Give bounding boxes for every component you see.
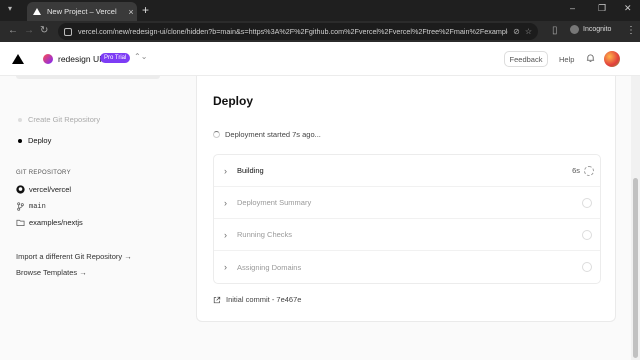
bookmark-star-icon[interactable]: ☆ <box>525 27 532 36</box>
github-icon <box>16 185 25 194</box>
branch-line: main <box>16 202 46 211</box>
minimize-button[interactable]: – <box>570 3 575 13</box>
deploy-title: Deploy <box>213 94 254 108</box>
chevron-right-icon: › <box>224 262 227 272</box>
directory-line: examples/nextjs <box>16 218 83 227</box>
forward-button[interactable]: → <box>24 25 34 36</box>
loading-spinner-icon <box>213 131 220 138</box>
side-panel-icon[interactable]: ▯ <box>552 25 558 36</box>
step-create-git-repository[interactable]: Create Git Repository <box>18 115 100 124</box>
tab-close-icon[interactable]: × <box>125 7 137 17</box>
build-step-label: Running Checks <box>237 230 293 239</box>
feedback-button[interactable]: Feedback <box>504 51 548 67</box>
step-dot-icon <box>18 138 22 143</box>
vercel-logo-icon[interactable] <box>12 54 24 64</box>
eye-off-icon[interactable]: ⊘ <box>513 27 520 36</box>
build-step-label: Deployment Summary <box>237 198 312 207</box>
step-label: Deploy <box>28 136 52 145</box>
notifications-bell-icon[interactable] <box>586 53 595 63</box>
build-step-building[interactable]: › Building 6s <box>214 155 600 187</box>
build-step-assigning-domains[interactable]: › Assigning Domains <box>214 251 600 283</box>
project-name[interactable]: redesign UI <box>58 54 101 64</box>
deployment-status-text: Deployment started 7s ago... <box>225 130 321 139</box>
app-header: redesign UI Pro Trial ⌃⌄ Feedback Help <box>0 42 640 76</box>
plan-badge: Pro Trial <box>100 53 131 63</box>
vercel-favicon-icon <box>33 8 41 15</box>
import-different-repo-link[interactable]: Import a different Git Repository → <box>16 252 132 261</box>
step-label: Create Git Repository <box>28 115 101 124</box>
pending-status-icon <box>582 262 592 272</box>
team-avatar[interactable] <box>43 54 53 64</box>
reload-button[interactable]: ↻ <box>40 25 48 36</box>
build-step-running-checks[interactable]: › Running Checks <box>214 219 600 251</box>
new-tab-button[interactable]: + <box>142 3 149 17</box>
url-text[interactable]: vercel.com/new/redesign-ui/clone/hidden?… <box>78 27 508 36</box>
build-step-label: Building <box>237 166 264 175</box>
repo-link[interactable]: vercel/vercel <box>16 185 71 194</box>
commit-link[interactable]: Initial commit - 7e467e <box>213 295 301 304</box>
branch-name: main <box>29 202 46 211</box>
pending-status-icon <box>582 197 592 208</box>
chevron-right-icon: › <box>224 197 227 208</box>
url-omnibox[interactable]: vercel.com/new/redesign-ui/clone/hidden?… <box>58 23 538 40</box>
browser-menu-icon[interactable]: ⋮ <box>626 25 636 36</box>
page-scrollbar-thumb[interactable] <box>633 178 638 358</box>
git-branch-icon <box>17 202 24 211</box>
user-avatar[interactable] <box>604 51 620 67</box>
incognito-label: Incognito <box>583 26 612 33</box>
maximize-button[interactable]: ❐ <box>598 3 606 14</box>
build-steps-list: › Building 6s › Deployment Summary › Run… <box>213 154 601 284</box>
folder-icon <box>16 219 25 227</box>
previous-panel-edge <box>16 76 160 79</box>
team-switcher-chevron-icon[interactable]: ⌃⌄ <box>134 52 147 61</box>
build-step-label: Assigning Domains <box>237 262 302 272</box>
help-link[interactable]: Help <box>559 55 574 64</box>
back-button[interactable]: ← <box>8 25 18 36</box>
tab-title: New Project – Vercel <box>47 7 117 16</box>
site-info-icon[interactable] <box>64 27 72 36</box>
incognito-icon <box>570 25 579 34</box>
chevron-right-icon: › <box>224 165 227 176</box>
step-deploy[interactable]: Deploy <box>18 136 51 145</box>
build-step-deployment-summary[interactable]: › Deployment Summary <box>214 187 600 219</box>
step-dot-icon <box>18 117 22 122</box>
deploy-card: Deploy Deployment started 7s ago... › Bu… <box>196 76 616 322</box>
external-link-icon <box>213 296 221 303</box>
commit-message: Initial commit - 7e467e <box>226 295 302 304</box>
tab-search-icon[interactable]: ▾ <box>8 4 12 13</box>
deployment-status: Deployment started 7s ago... <box>213 130 321 139</box>
pending-status-icon <box>582 229 592 240</box>
root-directory: examples/nextjs <box>29 218 83 227</box>
repo-name: vercel/vercel <box>29 185 72 194</box>
incognito-indicator[interactable]: Incognito <box>570 25 611 34</box>
browser-tab[interactable]: New Project – Vercel × <box>27 2 137 21</box>
window-close-button[interactable]: ✕ <box>624 3 632 14</box>
address-bar-row: ← → ↻ vercel.com/new/redesign-ui/clone/h… <box>0 21 640 42</box>
build-step-time: 6s <box>572 166 580 175</box>
building-spinner-icon <box>584 165 594 176</box>
chevron-right-icon: › <box>224 229 227 240</box>
browser-tab-bar: ▾ New Project – Vercel × + – ❐ ✕ <box>0 0 640 21</box>
git-repository-heading: GIT REPOSITORY <box>16 170 71 176</box>
browse-templates-link[interactable]: Browse Templates → <box>16 268 87 277</box>
